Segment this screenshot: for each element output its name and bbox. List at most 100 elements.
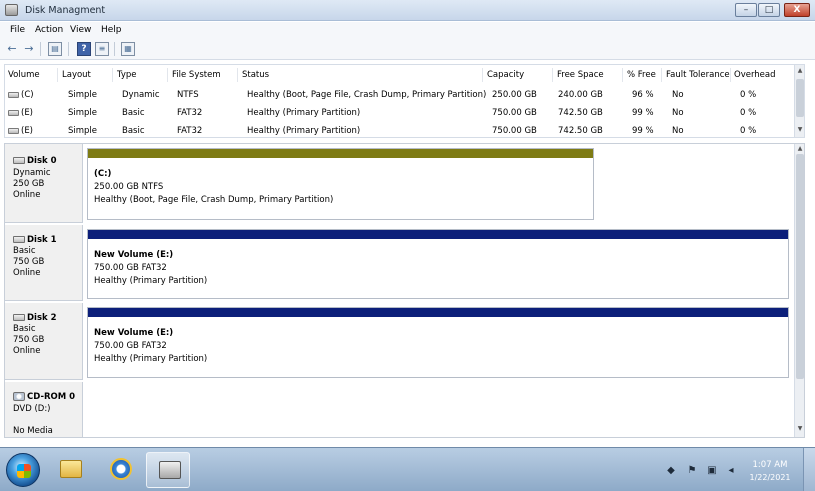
clock-date[interactable]: 1/22/2021 xyxy=(748,473,792,482)
volume-row[interactable]: (C) Simple Dynamic NTFS Healthy (Boot, P… xyxy=(5,85,795,104)
settings-grid-icon[interactable]: ▦ xyxy=(121,42,135,56)
free-space-cell: 240.00 GB xyxy=(558,90,603,100)
drive-icon xyxy=(8,127,19,134)
menu-file[interactable]: File xyxy=(10,25,25,35)
scroll-down-icon[interactable]: ▼ xyxy=(796,425,804,432)
minimize-button[interactable]: – xyxy=(735,3,757,17)
disk-label[interactable]: Disk 1 Basic 750 GB Online xyxy=(5,225,83,301)
internet-explorer-icon xyxy=(110,458,132,480)
menu-help[interactable]: Help xyxy=(101,25,122,35)
tray-network-icon[interactable]: ◆ xyxy=(665,465,677,477)
col-volume[interactable]: Volume xyxy=(8,70,40,80)
col-type[interactable]: Type xyxy=(117,70,137,80)
menu-view[interactable]: View xyxy=(70,25,91,35)
column-divider[interactable] xyxy=(237,68,238,82)
col-layout[interactable]: Layout xyxy=(62,70,91,80)
taskbar-internet-explorer[interactable] xyxy=(98,452,142,488)
partition-bar-basic xyxy=(88,230,788,239)
status-cell: Healthy (Boot, Page File, Crash Dump, Pr… xyxy=(247,90,487,100)
partition-bar-dynamic xyxy=(88,149,593,158)
partition-name: New Volume (E:) xyxy=(94,328,174,338)
volume-name: (E) xyxy=(21,126,34,136)
console-tree-icon[interactable]: ▤ xyxy=(48,42,62,56)
scroll-up-icon[interactable]: ▲ xyxy=(796,67,804,74)
disk-kind: Dynamic xyxy=(13,168,51,178)
disk-kind: Basic xyxy=(13,324,36,334)
column-divider[interactable] xyxy=(622,68,623,82)
volume-cell: (C) xyxy=(8,90,34,100)
volume-row[interactable]: (E) Simple Basic FAT32 Healthy (Primary … xyxy=(5,121,795,140)
disk-label[interactable]: Disk 2 Basic 750 GB Online xyxy=(5,303,83,380)
column-divider[interactable] xyxy=(57,68,58,82)
disk-state: Online xyxy=(13,268,41,278)
column-divider[interactable] xyxy=(112,68,113,82)
column-divider[interactable] xyxy=(167,68,168,82)
disk-size: 250 GB xyxy=(13,179,45,189)
tray-volume-icon[interactable]: ◂ xyxy=(725,465,737,477)
disk-size: 750 GB xyxy=(13,257,45,267)
tray-monitor-icon[interactable]: ▣ xyxy=(706,465,718,477)
menu-action[interactable]: Action xyxy=(35,25,63,35)
help-icon[interactable]: ? xyxy=(77,42,91,56)
col-free-space[interactable]: Free Space xyxy=(557,70,604,80)
fs-cell: NTFS xyxy=(177,90,199,100)
disk-name: Disk 2 xyxy=(13,313,57,323)
col-capacity[interactable]: Capacity xyxy=(487,70,524,80)
volume-list-scrollbar[interactable]: ▲ ▼ xyxy=(794,65,804,137)
show-desktop-button[interactable] xyxy=(803,448,815,491)
hard-disk-icon xyxy=(13,157,25,164)
col-overhead[interactable]: Overhead xyxy=(734,70,776,80)
start-button[interactable] xyxy=(6,453,40,487)
maximize-button[interactable]: □ xyxy=(758,3,780,17)
disk-name: Disk 1 xyxy=(13,235,57,245)
column-divider[interactable] xyxy=(661,68,662,82)
cdrom-state: No Media xyxy=(13,426,53,436)
scroll-thumb[interactable] xyxy=(796,154,804,379)
layout-cell: Simple xyxy=(68,126,98,136)
col-fault-tolerance[interactable]: Fault Tolerance xyxy=(666,70,730,80)
taskbar-disk-management[interactable] xyxy=(146,452,190,488)
volume-row[interactable]: (E) Simple Basic FAT32 Healthy (Primary … xyxy=(5,103,795,122)
cdrom-label[interactable]: CD-ROM 0 DVD (D:) No Media xyxy=(5,382,83,437)
fs-cell: FAT32 xyxy=(177,108,203,118)
taskbar-explorer[interactable] xyxy=(50,452,94,488)
col-percent-free[interactable]: % Free xyxy=(627,70,656,80)
disk-label[interactable]: Disk 0 Dynamic 250 GB Online xyxy=(5,144,83,223)
disk-management-icon xyxy=(159,461,181,479)
volume-name: (C) xyxy=(21,90,34,100)
volume-cell: (E) xyxy=(8,108,33,118)
disk-view-scrollbar[interactable]: ▲ ▼ xyxy=(794,144,804,437)
overhead-cell: 0 % xyxy=(740,126,757,136)
cdrom-kind: DVD (D:) xyxy=(13,404,51,414)
cd-drive-icon xyxy=(13,392,25,401)
partition-name: (C:) xyxy=(94,169,112,179)
properties-icon[interactable]: ≡ xyxy=(95,42,109,56)
col-file-system[interactable]: File System xyxy=(172,70,221,80)
disk-name-text: Disk 1 xyxy=(27,235,57,245)
column-divider[interactable] xyxy=(482,68,483,82)
column-divider[interactable] xyxy=(552,68,553,82)
menu-bar: File Action View Help xyxy=(0,22,815,38)
disk-state: Online xyxy=(13,190,41,200)
capacity-cell: 750.00 GB xyxy=(492,126,537,136)
col-status[interactable]: Status xyxy=(242,70,269,80)
scroll-down-icon[interactable]: ▼ xyxy=(796,126,804,133)
disk-name-text: Disk 2 xyxy=(27,313,57,323)
back-arrow-icon[interactable]: ← xyxy=(5,42,19,56)
window-title: Disk Managment xyxy=(25,5,106,16)
forward-arrow-icon[interactable]: → xyxy=(22,42,36,56)
tray-flag-icon[interactable]: ⚑ xyxy=(686,465,698,477)
partition-size-fs: 250.00 GB NTFS xyxy=(94,182,164,192)
scroll-thumb[interactable] xyxy=(796,79,804,117)
partition-box[interactable]: New Volume (E:) 750.00 GB FAT32 Healthy … xyxy=(87,307,789,378)
folder-icon xyxy=(60,460,82,478)
partition-box[interactable]: (C:) 250.00 GB NTFS Healthy (Boot, Page … xyxy=(87,148,594,220)
column-divider[interactable] xyxy=(730,68,731,82)
close-button[interactable]: X xyxy=(784,3,810,17)
layout-cell: Simple xyxy=(68,90,98,100)
partition-box[interactable]: New Volume (E:) 750.00 GB FAT32 Healthy … xyxy=(87,229,789,299)
hard-disk-icon xyxy=(13,236,25,243)
scroll-up-icon[interactable]: ▲ xyxy=(796,145,804,152)
clock-time[interactable]: 1:07 AM xyxy=(750,460,790,470)
capacity-cell: 750.00 GB xyxy=(492,108,537,118)
